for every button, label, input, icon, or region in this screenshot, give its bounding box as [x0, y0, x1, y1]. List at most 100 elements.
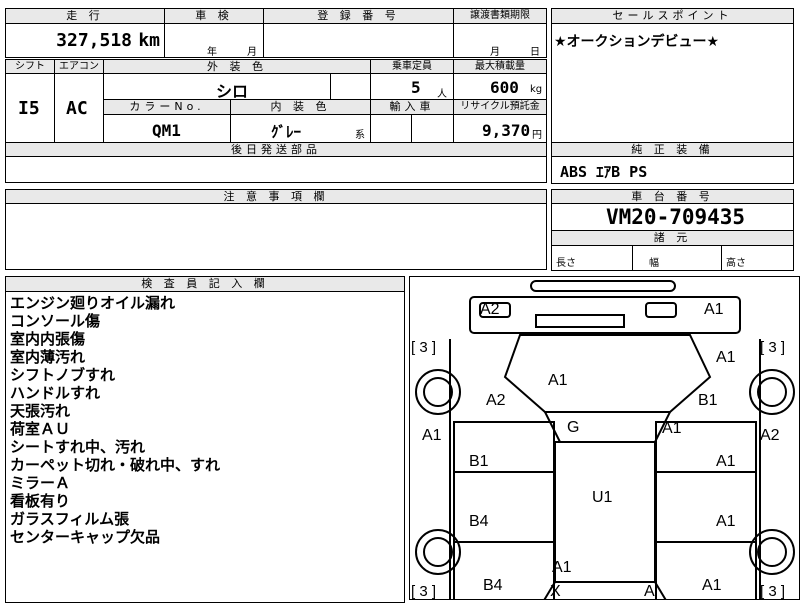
sales-points-label: セールスポイント	[551, 8, 794, 24]
interior-color-value: ｸﾞﾚｰ	[271, 123, 302, 141]
mileage-value: 327,518	[56, 30, 132, 51]
recycle-deposit-label: リサイクル預託金	[453, 99, 547, 115]
load-capacity-label: 最大積載量	[453, 59, 547, 74]
wheel-rear-left	[423, 537, 453, 567]
genuine-equipment-label: 純 正 装 備	[551, 142, 794, 157]
interior-color-cell: ｸﾞﾚｰ 系	[230, 114, 371, 143]
damage-code: A1	[548, 372, 568, 389]
color-number-label: カラーNo.	[103, 99, 231, 115]
damage-code: A1	[552, 559, 572, 576]
recycle-deposit-unit: 円	[532, 130, 542, 141]
tire-front-left	[415, 369, 461, 415]
inspector-note: 荷室ＡＵ	[10, 420, 71, 438]
rear-left-panel	[453, 541, 555, 599]
width-cell: 幅	[632, 245, 722, 271]
inspector-note: シフトノブすれ	[10, 366, 116, 384]
recycle-deposit-cell: 9,370 円	[453, 114, 547, 143]
dimensions-label: 諸 元	[551, 230, 794, 246]
damage-code: U1	[592, 489, 613, 506]
inspection-year: 年	[207, 47, 217, 58]
shift-label: シフト	[5, 59, 55, 74]
damage-code: X	[550, 583, 561, 600]
inspection-cell: 年 月	[164, 23, 264, 58]
grille	[535, 314, 625, 328]
exterior-color-cell: シロ	[103, 73, 331, 101]
damage-code: A1	[702, 577, 722, 594]
mileage-label: 走 行	[5, 8, 165, 24]
aircon-label: エアコン	[54, 59, 104, 74]
caution-label: 注 意 事 項 欄	[5, 189, 547, 204]
damage-code: A	[644, 583, 655, 600]
import-car-cell-b	[411, 114, 454, 143]
damage-code: A1	[662, 420, 682, 437]
inspector-note: エンジン廻りオイル漏れ	[10, 294, 176, 312]
front-bumper	[530, 280, 676, 292]
inspector-note: コンソール傷	[10, 312, 101, 330]
height-label: 高さ	[726, 258, 746, 269]
inspector-note: 室内内張傷	[10, 330, 86, 348]
seating-capacity-label: 乗車定員	[370, 59, 454, 74]
transfer-deadline-cell: 月 日	[453, 23, 547, 58]
inspector-note: センターキャップ欠品	[10, 528, 161, 546]
tire-mark-rear-right: [ 3 ]	[760, 583, 786, 600]
transfer-month: 月	[490, 47, 500, 58]
damage-code: A2	[486, 392, 506, 409]
interior-color-suffix: 系	[355, 130, 365, 141]
genuine-equipment-cell: ABS ｴｱB PS	[551, 156, 794, 184]
interior-color-label: 内 装 色	[230, 99, 371, 115]
inspection-label: 車 検	[164, 8, 264, 24]
tire-mark-front-left: [ 3 ]	[411, 339, 437, 356]
import-car-label: 輸入車	[370, 99, 454, 115]
seating-capacity-cell: 5 人	[370, 73, 454, 100]
wheel-front-right	[757, 377, 787, 407]
inspector-note: ミラーＡ	[10, 474, 71, 492]
inspector-note: ハンドルすれ	[10, 384, 101, 402]
shift-cell: I5	[5, 73, 55, 143]
inspector-note: 室内薄汚れ	[10, 348, 86, 366]
caution-cell	[5, 203, 547, 270]
load-capacity-cell: 600 kg	[453, 73, 547, 100]
inspector-note: 天張汚れ	[10, 402, 71, 420]
seating-capacity-value: 5	[411, 78, 421, 97]
aircon-cell: AC	[54, 73, 104, 143]
car-outline-svg	[415, 280, 795, 599]
rear-right-door	[655, 471, 757, 543]
inspector-note: シートすれ中、汚れ	[10, 438, 146, 456]
wheel-rear-right	[757, 537, 787, 567]
damage-code: A2	[760, 427, 780, 444]
wheel-front-left	[423, 377, 453, 407]
damage-code: A1	[716, 453, 736, 470]
transfer-deadline-label: 譲渡書類期限	[453, 8, 547, 24]
sales-points-cell: ★オークションデビュー★	[551, 23, 794, 143]
exterior-color-label: 外 装 色	[103, 59, 371, 74]
tire-mark-rear-left: [ 3 ]	[411, 583, 437, 600]
height-cell: 高さ	[721, 245, 794, 271]
load-capacity-value: 600	[490, 78, 519, 97]
transfer-day: 日	[530, 47, 540, 58]
exterior-color-extra	[330, 73, 371, 100]
inspection-month: 月	[247, 47, 257, 58]
damage-code: B4	[483, 577, 503, 594]
width-label: 幅	[649, 258, 659, 269]
load-capacity-unit: kg	[530, 84, 543, 95]
headlight-right	[645, 302, 677, 318]
damage-diagram: [ 3 ] [ 3 ] [ 3 ] [ 3 ] A2 A1 A1 A1 A2 B…	[409, 276, 800, 600]
genuine-equipment-value: ABS ｴｱB PS	[560, 163, 648, 181]
color-number-value: QM1	[152, 121, 181, 140]
damage-code: G	[567, 419, 580, 436]
length-label: 長さ	[556, 258, 576, 269]
mileage-unit: km	[138, 30, 160, 51]
damage-code: A2	[480, 301, 500, 318]
recycle-deposit-value: 9,370	[482, 121, 531, 140]
registration-label: 登 録 番 号	[263, 8, 454, 24]
color-number-cell: QM1	[103, 114, 231, 143]
tire-mark-front-right: [ 3 ]	[760, 339, 786, 356]
hood	[503, 334, 712, 413]
damage-code: B4	[469, 513, 489, 530]
damage-code: A1	[422, 427, 442, 444]
tire-front-right	[749, 369, 795, 415]
chassis-number-cell: VM20-709435	[551, 203, 794, 231]
inspector-note: ガラスフィルム張	[10, 510, 130, 528]
inspector-notes-cell: エンジン廻りオイル漏れ コンソール傷 室内内張傷 室内薄汚れ シフトノブすれ ハ…	[5, 291, 405, 603]
rear-left-door	[453, 471, 555, 543]
